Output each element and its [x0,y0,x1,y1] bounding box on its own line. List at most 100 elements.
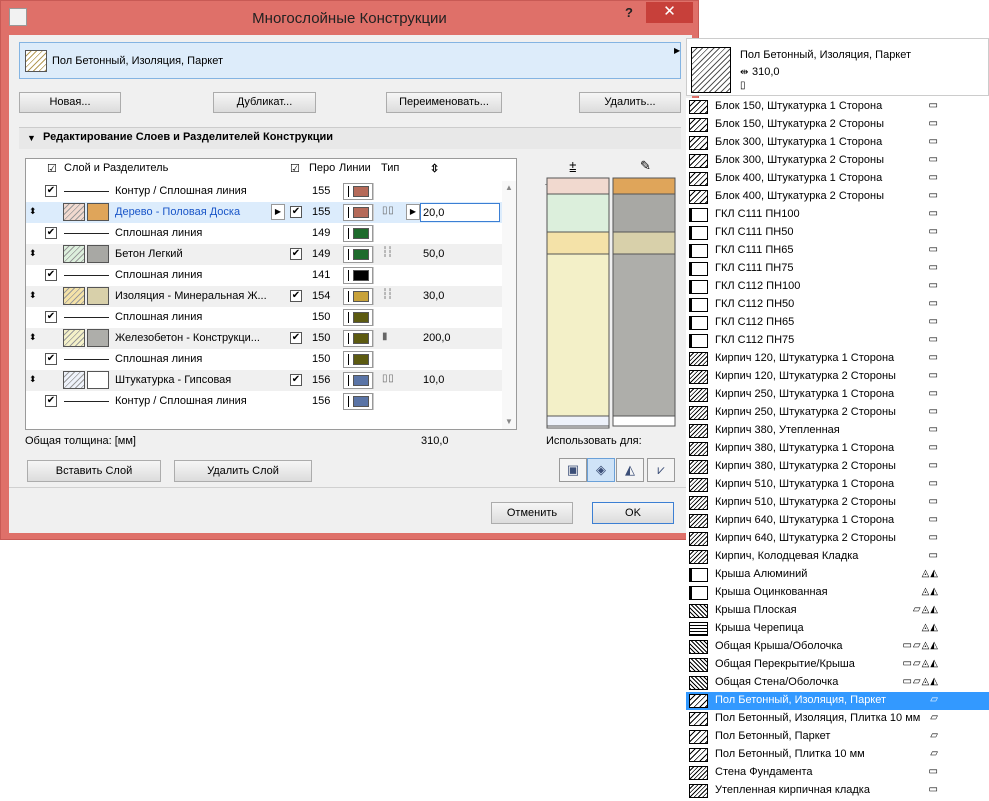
layer-visible-checkbox[interactable]: ✔ [290,248,302,260]
roof-tool-icon[interactable]: ◭ [616,458,644,482]
check-all-icon[interactable]: ☑ [47,162,57,175]
composite-list-item[interactable]: Пол Бетонный, Изоляция, Паркет ▱ [686,692,989,710]
composite-list-item[interactable]: Блок 400, Штукатурка 2 Стороны ▭ [686,188,989,206]
delete-layer-button[interactable]: Удалить Слой [174,460,312,482]
move-handle-icon[interactable]: ⬍ [29,374,37,385]
surface-swatch[interactable] [87,203,109,221]
composite-list-item[interactable]: Общая Стена/Оболочка ▭▱◬◭ [686,674,989,692]
fill-swatch[interactable] [63,287,85,305]
separator-row[interactable]: ✔ Сплошная линия 150 [26,349,502,370]
separator-row[interactable]: ✔ Сплошная линия 150 [26,307,502,328]
composite-list-item[interactable]: ГКЛ С112 ПН65 ▭ [686,314,989,332]
composite-list-item[interactable]: Крыша Плоская ▱◬◭ [686,602,989,620]
pen-number[interactable]: 150 [312,353,330,365]
surface-swatch[interactable] [87,329,109,347]
wall-tool-icon[interactable]: ▣ [559,458,587,482]
pen-number[interactable]: 155 [312,206,330,218]
scroll-down-icon[interactable]: ▼ [505,417,513,426]
pen-color-swatch[interactable] [343,246,373,263]
pen-color-swatch[interactable] [343,372,373,389]
composite-list-item[interactable]: Кирпич 250, Штукатурка 1 Сторона ▭ [686,386,989,404]
pen-color-swatch[interactable] [343,393,373,410]
layer-row[interactable]: ⬍ Дерево - Половая Доска ▶ ✔ ▯ ▯ ▶ 155 [26,202,502,223]
composite-list-item[interactable]: Кирпич 510, Штукатурка 2 Стороны ▭ [686,494,989,512]
separator-row[interactable]: ✔ Контур / Сплошная линия 155 [26,181,502,202]
pen-color-swatch[interactable] [343,267,373,284]
slab-tool-icon[interactable]: ◈ [587,458,615,482]
shell-tool-icon[interactable]: ⩗ [647,458,675,482]
pen-number[interactable]: 149 [312,227,330,239]
fill-swatch[interactable] [63,203,85,221]
help-icon[interactable]: ? [625,5,633,20]
pen-color-swatch[interactable] [343,309,373,326]
composite-list-item[interactable]: Кирпич 380, Штукатурка 1 Сторона ▭ [686,440,989,458]
thickness-value[interactable]: 200,0 [423,332,451,344]
rename-button[interactable]: Переименовать... [386,92,502,113]
composite-list-item[interactable]: Блок 400, Штукатурка 1 Сторона ▭ [686,170,989,188]
composite-list-item[interactable]: Пол Бетонный, Плитка 10 мм ▱ [686,746,989,764]
line-visible-checkbox[interactable]: ✔ [45,185,57,197]
fill-swatch[interactable] [63,245,85,263]
composite-list-item[interactable]: Кирпич, Колодцевая Кладка ▭ [686,548,989,566]
pen-number[interactable]: 150 [312,332,330,344]
composite-selector[interactable]: Пол Бетонный, Изоляция, Паркет ▶ [19,42,681,79]
composite-list-item[interactable]: ГКЛ С111 ПН50 ▭ [686,224,989,242]
pen-number[interactable]: 156 [312,374,330,386]
move-handle-icon[interactable]: ⬍ [29,206,37,217]
composite-list-item[interactable]: Блок 150, Штукатурка 1 Сторона ▭ [686,98,989,116]
composite-list-item[interactable]: Кирпич 120, Штукатурка 1 Сторона ▭ [686,350,989,368]
composite-list-item[interactable]: ГКЛ С112 ПН100 ▭ [686,278,989,296]
layer-visible-checkbox[interactable]: ✔ [290,374,302,386]
line-visible-checkbox[interactable]: ✔ [45,269,57,281]
composite-list-item[interactable]: Кирпич 510, Штукатурка 1 Сторона ▭ [686,476,989,494]
pen-color-swatch[interactable] [343,351,373,368]
layer-visible-checkbox[interactable]: ✔ [290,206,302,218]
composite-list-item[interactable]: Пол Бетонный, Паркет ▱ [686,728,989,746]
surface-swatch[interactable] [87,245,109,263]
fill-picker-arrow-icon[interactable]: ▶ [271,204,285,220]
pen-number[interactable]: 150 [312,311,330,323]
thickness-value[interactable]: 50,0 [423,248,444,260]
pen-color-swatch[interactable] [343,183,373,200]
line-visible-checkbox[interactable]: ✔ [45,311,57,323]
layers-section-header[interactable]: ▼ Редактирование Слоев и Разделителей Ко… [19,127,681,149]
duplicate-button[interactable]: Дубликат... [213,92,316,113]
composite-list-item[interactable]: Крыша Черепица ◬◭ [686,620,989,638]
thickness-input[interactable] [420,203,500,222]
thickness-value[interactable]: 10,0 [423,374,444,386]
layer-row[interactable]: ⬍ Железобетон - Конструкци... ✔ ▮ 200,0 150 [26,328,502,349]
cancel-button[interactable]: Отменить [491,502,573,524]
line-visible-checkbox[interactable]: ✔ [45,395,57,407]
pen-color-swatch[interactable] [343,288,373,305]
visibility-header-icon[interactable]: ☑ [290,162,300,175]
layer-row[interactable]: ⬍ Бетон Легкий ✔ ┆┆ 50,0 149 [26,244,502,265]
composite-list-item[interactable]: Общая Перекрытие/Крыша ▭▱◬◭ [686,656,989,674]
surface-swatch[interactable] [87,371,109,389]
layer-type-icon[interactable]: ▯ ▯ [382,373,394,384]
layer-type-icon[interactable]: ▮ [382,331,387,342]
pen-color-swatch[interactable] [343,330,373,347]
line-visible-checkbox[interactable]: ✔ [45,227,57,239]
layer-type-icon[interactable]: ┆┆ [382,247,393,258]
scroll-up-icon[interactable]: ▲ [505,183,513,192]
composite-list-item[interactable]: Кирпич 250, Штукатурка 2 Стороны ▭ [686,404,989,422]
layer-type-icon[interactable]: ▯ ▯ [382,205,394,216]
thickness-value[interactable]: 30,0 [423,290,444,302]
composite-list-item[interactable]: Кирпич 120, Штукатурка 2 Стороны ▭ [686,368,989,386]
line-visible-checkbox[interactable]: ✔ [45,353,57,365]
pen-number[interactable]: 149 [312,248,330,260]
layer-visible-checkbox[interactable]: ✔ [290,290,302,302]
layer-visible-checkbox[interactable]: ✔ [290,332,302,344]
layer-type-icon[interactable]: ┆┆ [382,289,393,300]
delete-button[interactable]: Удалить... [579,92,681,113]
insert-layer-button[interactable]: Вставить Слой [27,460,161,482]
composite-list-item[interactable]: Общая Крыша/Оболочка ▭▱◬◭ [686,638,989,656]
composite-list-item[interactable]: ГКЛ С111 ПН75 ▭ [686,260,989,278]
separator-row[interactable]: ✔ Сплошная линия 141 [26,265,502,286]
composite-list-item[interactable]: Блок 300, Штукатурка 2 Стороны ▭ [686,152,989,170]
pen-number[interactable]: 155 [312,185,330,197]
composite-list-item[interactable]: Кирпич 380, Утепленная ▭ [686,422,989,440]
composite-list-item[interactable]: ГКЛ С111 ПН100 ▭ [686,206,989,224]
collapse-triangle-icon[interactable]: ▼ [27,133,36,143]
move-handle-icon[interactable]: ⬍ [29,248,37,259]
